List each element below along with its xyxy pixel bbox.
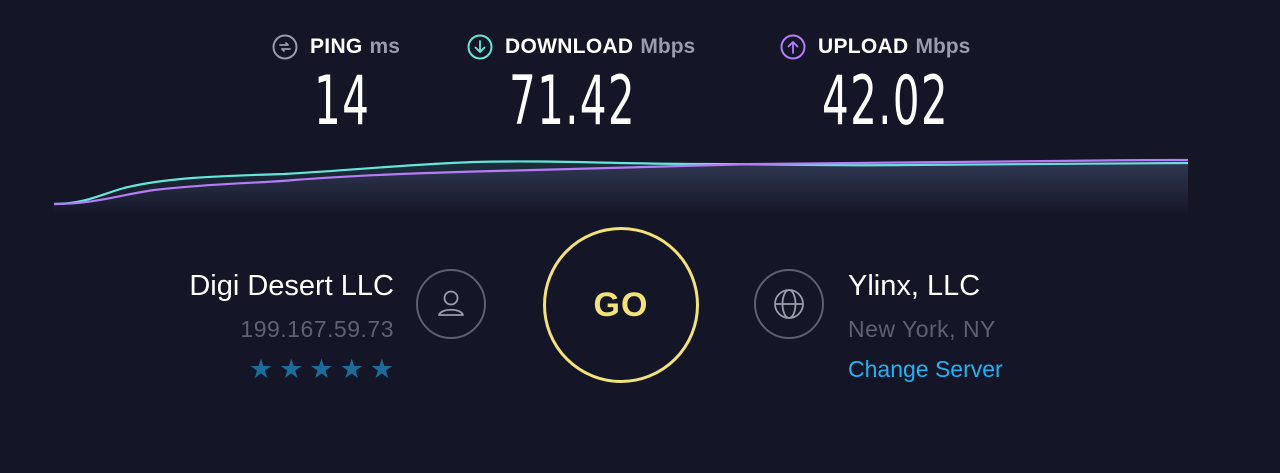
speed-graph (54, 158, 1188, 216)
download-unit: Mbps (640, 35, 696, 58)
ping-unit: ms (369, 35, 400, 58)
star-icon[interactable]: ★ (340, 356, 364, 383)
ping-header: PING ms (272, 34, 400, 60)
star-icon[interactable]: ★ (279, 356, 303, 383)
upload-header: UPLOAD Mbps (780, 34, 970, 60)
go-button[interactable]: GO (543, 227, 699, 383)
ping-label: PING (310, 35, 363, 58)
ping-metric: PING ms 14 (272, 34, 400, 138)
isp-name: Digi Desert LLC (189, 270, 394, 302)
upload-label: UPLOAD (818, 35, 909, 58)
go-label: GO (593, 285, 649, 324)
ping-value: 14 (314, 62, 371, 141)
download-metric: DOWNLOAD Mbps 71.42 (467, 34, 695, 138)
star-icon[interactable]: ★ (309, 356, 333, 383)
server-info: Ylinx, LLC New York, NY Change Server (848, 266, 1003, 386)
server-name: Ylinx, LLC (848, 270, 981, 302)
change-server-link[interactable]: Change Server (848, 352, 1003, 386)
ping-icon (272, 34, 298, 60)
upload-unit: Mbps (915, 35, 971, 58)
download-value: 71.42 (509, 62, 636, 141)
user-icon (416, 269, 486, 339)
star-icon[interactable]: ★ (370, 356, 394, 383)
isp-info: Digi Desert LLC 199.167.59.73 ★ ★ ★ ★ ★ (189, 266, 394, 383)
download-label: DOWNLOAD (505, 35, 634, 58)
upload-metric: UPLOAD Mbps 42.02 (780, 34, 970, 138)
upload-value: 42.02 (822, 62, 949, 141)
download-header: DOWNLOAD Mbps (467, 34, 695, 60)
download-arrow-icon (467, 34, 493, 60)
isp-ip-address: 199.167.59.73 (240, 316, 394, 342)
isp-rating[interactable]: ★ ★ ★ ★ ★ (189, 356, 394, 383)
star-icon[interactable]: ★ (249, 356, 273, 383)
upload-arrow-icon (780, 34, 806, 60)
globe-icon (754, 269, 824, 339)
speedtest-panel: PING ms 14 DOWNLOAD Mbps 71.42 UPLOAD Mb… (0, 0, 1280, 473)
server-location: New York, NY (848, 316, 996, 342)
